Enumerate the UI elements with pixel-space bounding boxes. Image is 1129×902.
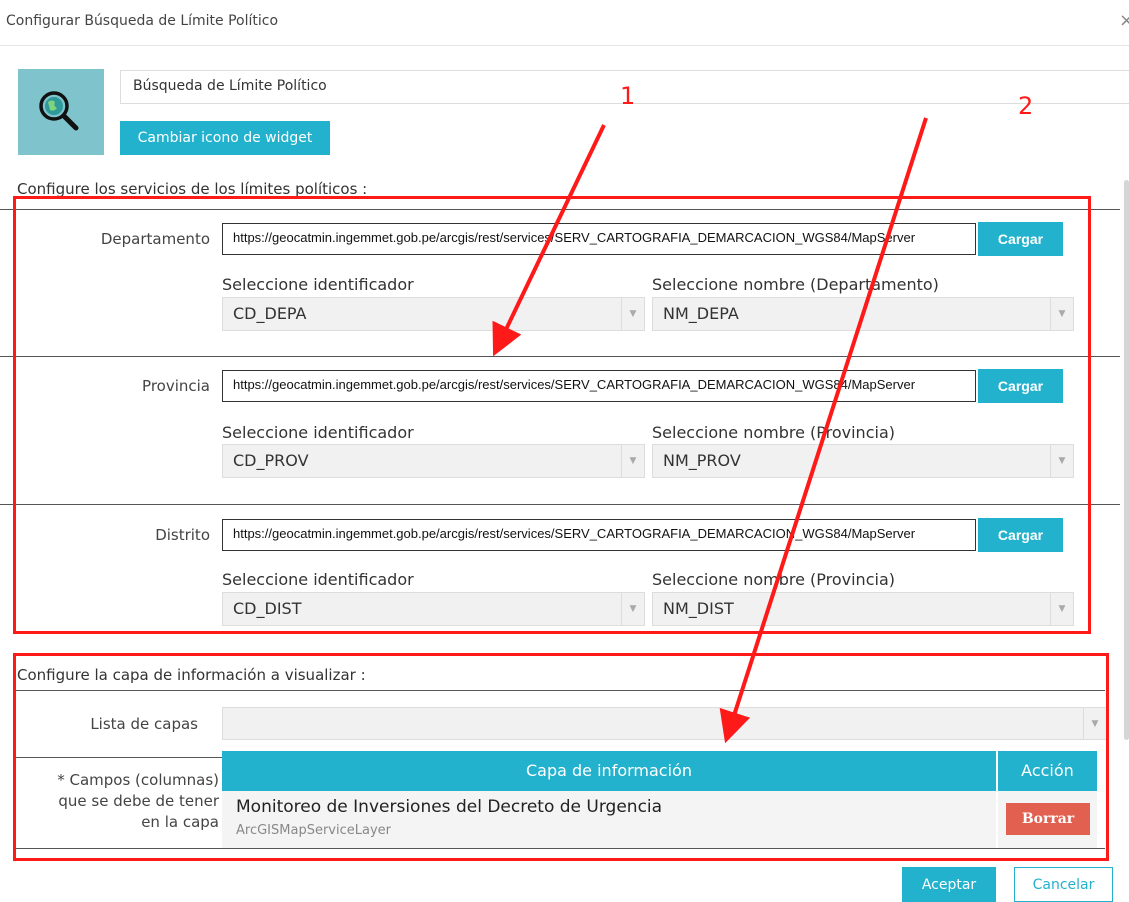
annotation-number-1: 1 <box>620 82 636 110</box>
annotation-arrows <box>492 117 928 744</box>
arrow-2 <box>719 117 928 744</box>
arrow-1 <box>492 124 606 357</box>
annotation-number-2: 2 <box>1018 92 1034 120</box>
